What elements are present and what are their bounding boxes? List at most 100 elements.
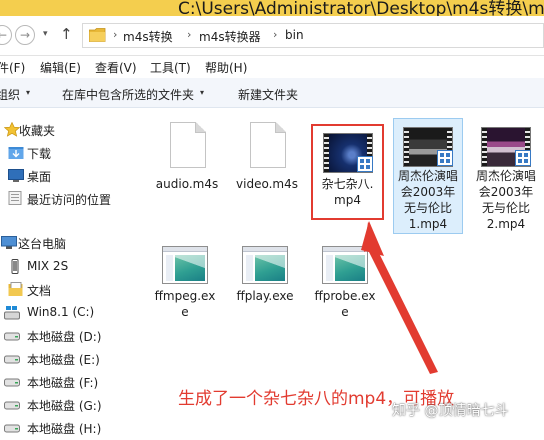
drive-icon [4,332,20,341]
media-badge-icon [515,150,531,166]
nav-label: 最近访问的位置 [27,193,112,207]
file-label-line: e [181,305,189,319]
chevron-down-icon: ▾ [26,88,31,97]
file-label-line: 会2003年 [478,185,534,199]
nav-this-pc[interactable]: 这台电脑 [0,232,133,254]
nav-drive-g[interactable]: 本地磁盘 (G:) [0,394,133,416]
organize-button[interactable]: 组织 [0,86,20,103]
new-folder-button[interactable]: 新建文件夹 [238,86,298,103]
breadcrumb-converter[interactable]: m4s转换器 [199,28,261,45]
file-video-m4s[interactable]: video.m4s [229,120,305,191]
file-concert-1-mp4[interactable]: 周杰伦演唱 会2003年 无与伦比 1.mp4 [393,118,463,234]
file-ffplay-exe[interactable]: ffplay.exe [227,242,303,322]
file-label: ffplay.exe [236,289,294,303]
phone-icon [11,259,19,274]
file-label-line: 无与伦比 [481,201,530,215]
crumb-separator: › [273,28,278,41]
nav-label: MIX 2S [27,259,69,273]
nav-label: 本地磁盘 (F:) [27,376,99,390]
file-audio-m4s[interactable]: audio.m4s [149,120,225,191]
document-icon [170,122,206,168]
breadcrumb-m4s[interactable]: m4s转换 [123,28,173,45]
nav-label: 收藏夹 [19,124,56,138]
navigation-pane: 收藏夹 下载 桌面 最近访问的位置 这台电脑 MIX 2S 文档 Win8.1 … [0,110,133,440]
nav-favorites[interactable]: 收藏夹 [0,119,133,141]
nav-label: 本地磁盘 (D:) [27,330,102,344]
nav-drive-f[interactable]: 本地磁盘 (F:) [0,371,133,393]
file-label-line: 周杰伦演唱 [475,169,536,183]
address-bar[interactable]: › m4s转换 › m4s转换器 › bin [82,23,544,48]
computer-icon [1,236,17,249]
crumb-separator: › [113,28,118,41]
forward-button[interactable]: → [15,25,35,45]
application-icon [242,246,288,284]
recent-locations-dropdown[interactable]: ▾ [43,29,48,39]
nav-mix2s[interactable]: MIX 2S [0,256,133,278]
title-bar: C:\Users\Administrator\Desktop\m4s转换\m4s… [0,0,544,16]
file-label-line: 会2003年 [400,185,456,199]
nav-drive-e[interactable]: 本地磁盘 (E:) [0,348,133,370]
back-button[interactable]: ← [0,25,12,45]
drive-icon [4,378,20,387]
menu-tools[interactable]: 工具(T) [150,59,191,76]
documents-folder-icon [8,282,23,296]
file-label-line: ffmpeg.ex [154,289,216,303]
file-ffprobe-exe[interactable]: ffprobe.ex e [307,242,383,322]
nav-label: 下载 [27,147,52,161]
nav-label: 桌面 [27,170,52,184]
media-badge-icon [437,150,453,166]
windows-drive-icon [4,306,20,320]
arrow-left-icon: ← [0,28,8,42]
menu-view[interactable]: 查看(V) [95,59,137,76]
menu-edit[interactable]: 编辑(E) [40,59,81,76]
chevron-down-icon: ▾ [200,88,205,97]
nav-drive-h[interactable]: 本地磁盘 (H:) [0,417,133,439]
watermark: 知乎 @顶情暗七斗 [392,403,509,419]
nav-label: 本地磁盘 (G:) [27,399,102,413]
application-icon [322,246,368,284]
menu-help[interactable]: 帮助(H) [205,59,247,76]
up-button[interactable]: ↑ [60,25,73,43]
file-label-line: e [341,305,349,319]
crumb-separator: › [187,28,192,41]
folder-icon [89,28,106,42]
nav-label: 本地磁盘 (H:) [27,422,102,436]
file-label-line: 周杰伦演唱 [397,169,458,183]
arrow-right-icon: → [19,28,31,42]
nav-recent[interactable]: 最近访问的位置 [0,188,133,210]
breadcrumb-bin[interactable]: bin [285,28,304,42]
file-label-line: 1.mp4 [408,217,448,231]
drive-icon [4,424,20,433]
nav-desktop[interactable]: 桌面 [0,165,133,187]
star-icon [4,122,20,137]
nav-label: 文档 [27,284,52,298]
nav-label: Win8.1 (C:) [27,305,95,319]
nav-label: 本地磁盘 (E:) [27,353,100,367]
include-in-library-button[interactable]: 在库中包含所选的文件夹 [62,86,194,103]
file-label-line: 2.mp4 [486,217,526,231]
nav-drive-d[interactable]: 本地磁盘 (D:) [0,325,133,347]
drive-icon [4,401,20,410]
download-folder-icon [8,147,24,159]
menu-bar: 件(F) 编辑(E) 查看(V) 工具(T) 帮助(H) [0,57,544,77]
window-title: C:\Users\Administrator\Desktop\m4s转换\m4s… [178,0,544,16]
menu-file[interactable]: 件(F) [0,59,25,76]
document-icon [250,122,286,168]
file-concert-2-mp4[interactable]: 周杰伦演唱 会2003年 无与伦比 2.mp4 [471,118,541,234]
file-ffmpeg-exe[interactable]: ffmpeg.ex e [147,242,223,322]
address-row: ← → ▾ ↑ › m4s转换 › m4s转换器 › bin [0,16,544,56]
application-icon [162,246,208,284]
nav-downloads[interactable]: 下载 [0,142,133,164]
file-label: video.m4s [236,177,298,191]
file-label-line: 无与伦比 [403,201,452,215]
annotation-highlight-box [311,124,384,220]
nav-label: 这台电脑 [18,237,67,251]
drive-icon [4,355,20,364]
nav-drive-c[interactable]: Win8.1 (C:) [0,302,133,324]
nav-documents[interactable]: 文档 [0,279,133,301]
file-label-line: ffprobe.ex [314,289,376,303]
desktop-icon [8,169,24,182]
command-bar: 组织 ▾ 在库中包含所选的文件夹 ▾ 新建文件夹 [0,78,544,108]
recent-places-icon [8,191,22,205]
file-label: audio.m4s [155,177,219,191]
